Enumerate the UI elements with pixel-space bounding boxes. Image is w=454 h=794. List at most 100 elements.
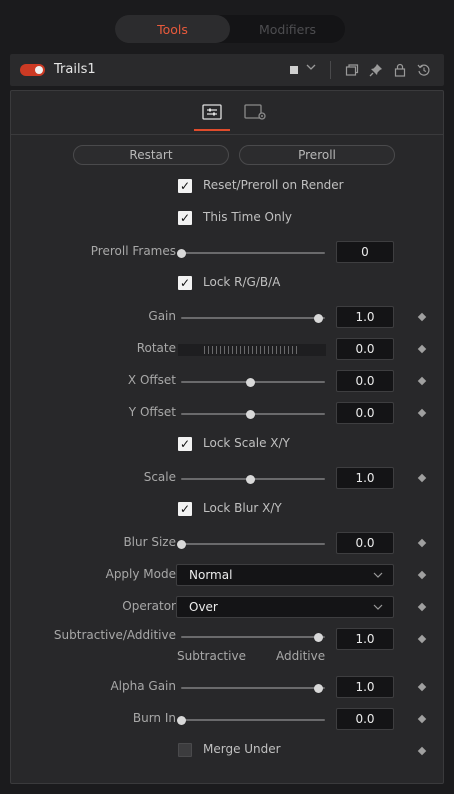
lock-icon[interactable] [392,62,408,78]
inspector-panel: Restart Preroll ✓ Reset/Preroll on Rende… [10,90,444,784]
y-offset-label: Y Offset [128,405,176,419]
blur-size-label: Blur Size [123,535,176,549]
gain-row: Gain 1.0 [11,305,443,329]
reset-icon[interactable] [416,62,432,78]
lock-blur-label: Lock Blur X/Y [203,501,282,515]
apply-mode-dropdown[interactable]: Normal [176,564,394,586]
scale-row: Scale 1.0 [11,466,443,490]
tab-modifiers[interactable]: Modifiers [230,15,345,43]
scale-knob[interactable] [246,475,255,484]
operator-dropdown[interactable]: Over [176,596,394,618]
lock-blur-row: ✓ Lock Blur X/Y [11,498,443,522]
operator-keyframe-icon[interactable] [417,602,427,612]
operator-row: Operator Over [11,595,443,619]
subtractive-end-label: Subtractive [177,649,246,663]
burn-in-field[interactable]: 0.0 [336,708,394,730]
color-swatch[interactable] [290,66,298,74]
reset-preroll-checkbox[interactable]: ✓ [178,179,192,193]
blur-size-keyframe-icon[interactable] [417,538,427,548]
tab-tools[interactable]: Tools [115,15,230,43]
burn-in-row: Burn In 0.0 [11,707,443,731]
merge-under-row: Merge Under [11,739,443,763]
rotate-label: Rotate [136,341,176,355]
preroll-frames-slider[interactable] [181,252,325,254]
additive-end-label: Additive [276,649,326,663]
scale-field[interactable]: 1.0 [336,467,394,489]
alpha-gain-field[interactable]: 1.0 [336,676,394,698]
burn-in-slider[interactable] [181,719,325,721]
settings-tab-icon[interactable] [243,103,266,121]
burn-in-knob[interactable] [177,716,186,725]
gain-knob[interactable] [314,314,323,323]
blur-size-row: Blur Size 0.0 [11,531,443,555]
operator-value: Over [189,600,218,614]
subtractive-additive-slider[interactable] [181,636,325,638]
controls-tab-icon[interactable] [201,103,223,121]
alpha-gain-label: Alpha Gain [110,679,176,693]
reset-preroll-label: Reset/Preroll on Render [203,178,344,192]
apply-mode-label: Apply Mode [105,567,176,581]
gain-field[interactable]: 1.0 [336,306,394,328]
burn-in-keyframe-icon[interactable] [417,714,427,724]
y-offset-field[interactable]: 0.0 [336,402,394,424]
inspector-tabs: Tools Modifiers [115,15,345,43]
x-offset-label: X Offset [127,373,176,387]
merge-under-checkbox[interactable] [178,743,192,757]
y-offset-knob[interactable] [246,410,255,419]
control-subtabs [11,91,443,135]
lock-rgba-label: Lock R/G/B/A [203,275,281,289]
alpha-gain-row: Alpha Gain 1.0 [11,675,443,699]
rotate-thumbwheel[interactable] [178,344,326,356]
merge-under-label: Merge Under [203,742,281,756]
subtractive-additive-row: Subtractive/Additive 1.0 [11,627,443,651]
blur-size-field[interactable]: 0.0 [336,532,394,554]
lock-scale-label: Lock Scale X/Y [203,436,290,450]
alpha-gain-keyframe-icon[interactable] [417,682,427,692]
preroll-button[interactable]: Preroll [239,145,395,165]
this-time-only-row: ✓ This Time Only [11,207,443,231]
node-enable-toggle[interactable] [20,64,45,76]
rotate-keyframe-icon[interactable] [417,344,427,354]
gain-label: Gain [148,309,176,323]
alpha-gain-knob[interactable] [314,684,323,693]
rotate-field[interactable]: 0.0 [336,338,394,360]
x-offset-field[interactable]: 0.0 [336,370,394,392]
merge-under-keyframe-icon[interactable] [417,746,427,756]
y-offset-keyframe-icon[interactable] [417,408,427,418]
preroll-frames-knob[interactable] [177,249,186,258]
x-offset-row: X Offset 0.0 [11,369,443,393]
preroll-frames-label: Preroll Frames [90,244,176,258]
lock-blur-checkbox[interactable]: ✓ [178,502,192,516]
apply-mode-keyframe-icon[interactable] [417,570,427,580]
chevron-down-icon [373,601,383,611]
gain-slider[interactable] [181,317,325,319]
node-header: Trails1 [10,54,444,86]
reset-preroll-row: ✓ Reset/Preroll on Render [11,175,443,199]
scale-label: Scale [143,470,176,484]
blur-size-slider[interactable] [181,543,325,545]
y-offset-row: Y Offset 0.0 [11,401,443,425]
restart-button[interactable]: Restart [73,145,229,165]
chevron-down-icon[interactable] [306,62,316,75]
lock-scale-row: ✓ Lock Scale X/Y [11,433,443,457]
lock-rgba-checkbox[interactable]: ✓ [178,276,192,290]
gain-keyframe-icon[interactable] [417,312,427,322]
pin-icon[interactable] [368,62,384,78]
blur-size-knob[interactable] [177,540,186,549]
x-offset-knob[interactable] [246,378,255,387]
this-time-only-checkbox[interactable]: ✓ [178,211,192,225]
alpha-gain-slider[interactable] [181,687,325,689]
subtractive-additive-knob[interactable] [314,633,323,642]
node-name: Trails1 [54,62,96,77]
lock-rgba-row: ✓ Lock R/G/B/A [11,272,443,296]
operator-label: Operator [122,599,176,613]
x-offset-keyframe-icon[interactable] [417,376,427,386]
lock-scale-checkbox[interactable]: ✓ [178,437,192,451]
chevron-down-icon [373,569,383,579]
preroll-frames-field[interactable]: 0 [336,241,394,263]
subtractive-additive-keyframe-icon[interactable] [417,634,427,644]
subtractive-additive-field[interactable]: 1.0 [336,628,394,650]
rotate-row: Rotate 0.0 [11,337,443,361]
scale-keyframe-icon[interactable] [417,473,427,483]
versions-icon[interactable] [344,62,360,78]
